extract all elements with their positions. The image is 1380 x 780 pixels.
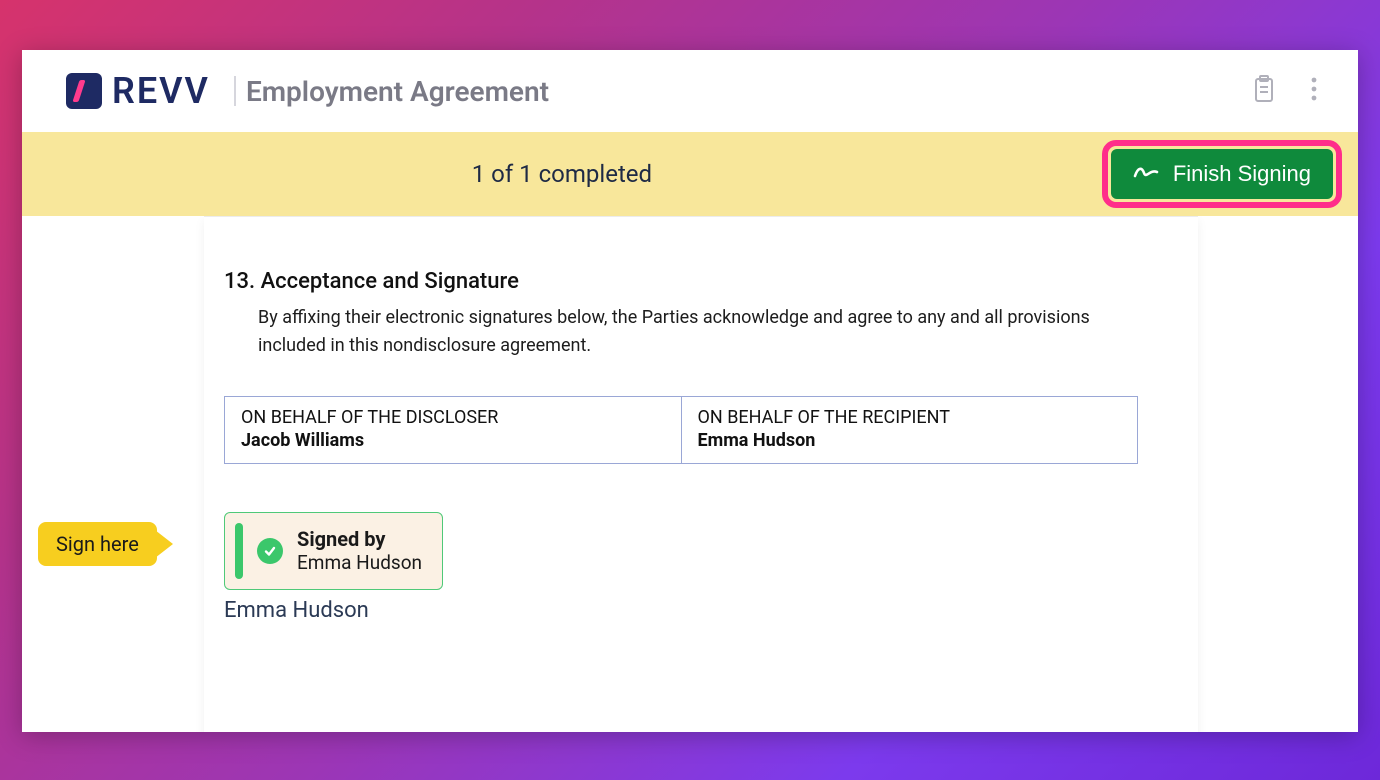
brand-logo-mark <box>66 73 102 109</box>
section-heading: 13. Acceptance and Signature <box>224 269 1138 294</box>
party-name: Jacob Williams <box>241 430 665 451</box>
status-bar: 1 of 1 completed Finish Signing <box>22 132 1358 216</box>
brand-name: REVV <box>112 70 210 112</box>
check-circle-icon <box>257 538 283 564</box>
brand-logo: REVV <box>66 70 210 112</box>
party-role: ON BEHALF OF THE RECIPIENT <box>698 407 1122 428</box>
signed-by-label: Signed by <box>297 527 422 551</box>
signed-text: Signed by Emma Hudson <box>297 527 422 574</box>
signature-table: ON BEHALF OF THE DISCLOSER Jacob William… <box>224 396 1138 464</box>
signed-by-name: Emma Hudson <box>297 551 422 574</box>
header-actions <box>1252 75 1318 107</box>
signed-accent-bar <box>235 523 243 579</box>
party-role: ON BEHALF OF THE DISCLOSER <box>241 407 665 428</box>
signature-block: Sign here Signed by Emma Hudson Emma Hud… <box>224 512 1138 623</box>
divider <box>234 76 236 106</box>
doc-title: Employment Agreement <box>246 75 549 108</box>
clipboard-icon[interactable] <box>1252 75 1276 107</box>
section-body: By affixing their electronic signatures … <box>258 304 1118 360</box>
content-area: 13. Acceptance and Signature By affixing… <box>22 216 1358 732</box>
party-name: Emma Hudson <box>698 430 1122 451</box>
signed-card[interactable]: Signed by Emma Hudson <box>224 512 443 590</box>
progress-text: 1 of 1 completed <box>22 160 1102 188</box>
document-page: 13. Acceptance and Signature By affixing… <box>204 216 1198 732</box>
doc-title-wrap: Employment Agreement <box>234 75 549 108</box>
signature-icon <box>1133 161 1159 187</box>
sign-here-tag[interactable]: Sign here <box>38 522 157 566</box>
party-cell-discloser: ON BEHALF OF THE DISCLOSER Jacob William… <box>225 397 681 463</box>
header: REVV Employment Agreement <box>22 50 1358 132</box>
app-window: REVV Employment Agreement <box>22 50 1358 732</box>
finish-signing-label: Finish Signing <box>1173 161 1311 187</box>
party-cell-recipient: ON BEHALF OF THE RECIPIENT Emma Hudson <box>681 397 1138 463</box>
signer-display-name: Emma Hudson <box>224 598 1138 623</box>
finish-signing-button[interactable]: Finish Signing <box>1111 149 1333 199</box>
more-vertical-icon[interactable] <box>1310 75 1318 107</box>
finish-highlight: Finish Signing <box>1102 140 1342 208</box>
